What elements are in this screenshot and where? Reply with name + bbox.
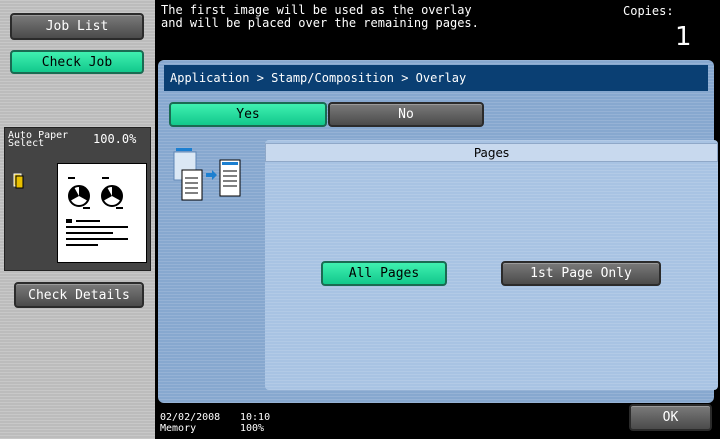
document-preview <box>57 163 147 263</box>
check-details-label: Check Details <box>28 287 130 303</box>
yes-label: Yes <box>236 107 260 122</box>
all-pages-label: All Pages <box>348 266 420 281</box>
pages-title: Pages <box>265 143 718 162</box>
paper-label-line2: Select <box>8 138 45 149</box>
all-pages-button[interactable]: All Pages <box>321 261 447 286</box>
job-list-label: Job List <box>45 19 109 34</box>
zoom-ratio: 100.0% <box>93 132 137 146</box>
memory-label: Memory <box>160 423 197 434</box>
yes-button[interactable]: Yes <box>169 102 327 127</box>
ok-label: OK <box>662 410 679 425</box>
breadcrumb-text: Application > Stamp/Composition > Overla… <box>170 71 467 85</box>
status-footer: 02/02/2008 10:10 Memory 100% OK <box>155 403 720 439</box>
document-preview-icon <box>66 177 128 246</box>
memory-value: 100% <box>240 423 265 434</box>
copies-value: 1 <box>675 22 692 52</box>
overlay-panel: Application > Stamp/Composition > Overla… <box>158 60 718 403</box>
pages-section: Pages All Pages 1st Page Only <box>265 140 718 390</box>
ok-button[interactable]: OK <box>629 404 712 431</box>
check-job-label: Check Job <box>41 54 113 70</box>
pages-title-text: Pages <box>473 145 510 160</box>
breadcrumb: Application > Stamp/Composition > Overla… <box>164 65 708 91</box>
first-page-only-label: 1st Page Only <box>530 266 632 281</box>
time-text: 10:10 <box>240 412 271 423</box>
instruction-message: The first image will be used as the over… <box>161 3 479 30</box>
main-area: Application > Stamp/Composition > Overla… <box>155 57 720 403</box>
check-job-button[interactable]: Check Job <box>10 50 144 74</box>
first-page-only-button[interactable]: 1st Page Only <box>501 261 661 286</box>
no-button[interactable]: No <box>328 102 484 127</box>
left-sidebar: Job List Check Job Auto Paper Select 100… <box>0 0 155 439</box>
overlay-illustration-icon <box>170 146 260 214</box>
paper-tray-icon <box>13 173 25 193</box>
check-details-button[interactable]: Check Details <box>14 282 144 308</box>
message-header: The first image will be used as the over… <box>155 0 720 57</box>
date-text: 02/02/2008 <box>160 412 221 423</box>
no-label: No <box>398 107 414 122</box>
preview-panel: Auto Paper Select 100.0% <box>4 127 151 271</box>
job-list-button[interactable]: Job List <box>10 13 144 40</box>
copies-label: Copies: <box>623 4 674 18</box>
